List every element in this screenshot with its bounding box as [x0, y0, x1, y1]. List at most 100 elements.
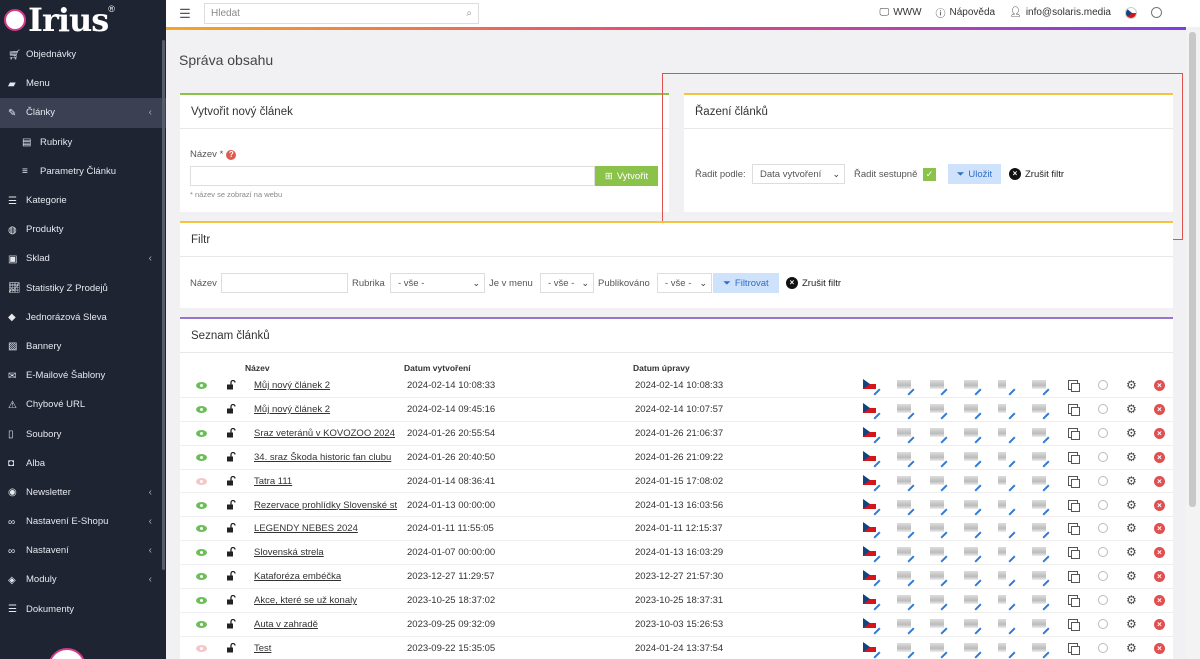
sidebar-item[interactable]: ▯ Soubory — [0, 419, 166, 448]
article-name-link[interactable]: 34. sraz Škoda historic fan clubu — [254, 452, 401, 463]
visibility-eye-icon[interactable] — [196, 429, 207, 437]
lock-icon[interactable] — [226, 642, 236, 653]
gear-icon[interactable]: ⚙ — [1126, 451, 1137, 463]
lock-icon[interactable] — [226, 427, 236, 438]
copy-icon[interactable] — [1068, 571, 1080, 584]
article-name-link[interactable]: Kataforéza embéčka — [254, 571, 401, 582]
edit-cz-flag-icon[interactable] — [863, 546, 881, 563]
article-name-link[interactable]: Tatra 111 — [254, 476, 401, 487]
gear-icon[interactable]: ⚙ — [1126, 379, 1137, 391]
edit-cz-flag-icon[interactable] — [863, 594, 881, 611]
clock-icon[interactable] — [1098, 380, 1108, 390]
edit-gallery-icon[interactable] — [930, 546, 948, 563]
copy-icon[interactable] — [1068, 427, 1080, 440]
lock-icon[interactable] — [226, 380, 236, 390]
clock-icon[interactable] — [1098, 499, 1108, 510]
column-updated[interactable]: Datum úpravy — [633, 363, 690, 373]
lock-icon[interactable] — [226, 523, 236, 533]
edit-params-icon[interactable] — [998, 618, 1016, 635]
clock-icon[interactable] — [1098, 451, 1108, 462]
copy-icon[interactable] — [1068, 403, 1080, 416]
edit-cz-flag-icon[interactable] — [863, 450, 881, 468]
edit-related-icon[interactable] — [1032, 475, 1050, 492]
cancel-filter-button[interactable]: × Zrušit filtr — [786, 277, 841, 289]
edit-files-icon[interactable] — [964, 475, 982, 492]
edit-params-icon[interactable] — [998, 499, 1016, 516]
lock-icon[interactable] — [226, 403, 236, 414]
edit-files-icon[interactable] — [964, 642, 982, 659]
copy-icon[interactable] — [1068, 523, 1080, 536]
visibility-eye-icon[interactable] — [196, 597, 207, 605]
gear-icon[interactable]: ⚙ — [1126, 642, 1137, 654]
delete-icon[interactable]: × — [1154, 380, 1165, 391]
sidebar-item[interactable]: 🛒︎ Objednávky — [0, 40, 166, 69]
edit-files-icon[interactable] — [964, 427, 982, 444]
lock-icon[interactable] — [226, 595, 236, 605]
visibility-eye-icon[interactable] — [196, 501, 207, 509]
visibility-eye-icon[interactable] — [196, 405, 207, 413]
chevron-left-icon[interactable]: ‹ — [149, 107, 152, 118]
gear-icon[interactable]: ⚙ — [1126, 570, 1137, 582]
article-name-link[interactable]: Můj nový článek 2 — [254, 380, 401, 391]
sidebar-item[interactable]: ◈ Moduly ‹ — [0, 565, 166, 594]
copy-icon[interactable] — [1068, 475, 1080, 488]
edit-params-icon[interactable] — [998, 594, 1016, 611]
edit-params-icon[interactable] — [998, 427, 1016, 444]
edit-cz-flag-icon[interactable] — [863, 474, 881, 492]
gear-icon[interactable]: ⚙ — [1126, 499, 1137, 511]
sidebar-item[interactable]: ☰ Kategorie — [0, 186, 166, 215]
article-name-input[interactable] — [190, 166, 595, 186]
www-link[interactable]: 🖵 WWW — [880, 7, 922, 18]
gear-icon[interactable]: ⚙ — [1126, 403, 1137, 415]
edit-cz-flag-icon[interactable] — [863, 522, 881, 539]
article-name-link[interactable]: Sraz veteránů v KOVOZOO 2024 — [254, 428, 401, 439]
sidebar-item[interactable]: ⚠ Chybové URL — [0, 390, 166, 419]
delete-icon[interactable]: × — [1154, 619, 1165, 630]
edit-cz-flag-icon[interactable] — [863, 618, 881, 635]
clock-icon[interactable] — [1098, 475, 1108, 486]
edit-sk-flag-icon[interactable] — [897, 594, 915, 611]
visibility-eye-icon[interactable] — [196, 573, 207, 581]
clock-icon[interactable] — [1098, 547, 1108, 558]
edit-cz-flag-icon[interactable] — [863, 498, 881, 516]
edit-related-icon[interactable] — [1032, 427, 1050, 444]
edit-cz-flag-icon[interactable] — [863, 570, 881, 587]
edit-files-icon[interactable] — [964, 403, 982, 420]
edit-gallery-icon[interactable] — [930, 475, 948, 492]
edit-gallery-icon[interactable] — [930, 451, 948, 468]
edit-gallery-icon[interactable] — [930, 499, 948, 516]
edit-sk-flag-icon[interactable] — [897, 451, 915, 468]
search-icon[interactable]: ⌕ — [466, 8, 472, 19]
edit-gallery-icon[interactable] — [930, 618, 948, 635]
edit-related-icon[interactable] — [1032, 403, 1050, 420]
delete-icon[interactable]: × — [1154, 427, 1165, 439]
copy-icon[interactable] — [1068, 547, 1080, 560]
edit-gallery-icon[interactable] — [930, 403, 948, 420]
sidebar-item[interactable]: ▣ Sklad ‹ — [0, 244, 166, 273]
lock-icon[interactable] — [226, 499, 236, 510]
hamburger-icon[interactable]: ☰ — [166, 6, 204, 22]
article-name-link[interactable]: Můj nový článek 2 — [254, 404, 401, 415]
visibility-eye-icon[interactable] — [196, 644, 207, 652]
power-icon[interactable] — [1151, 7, 1162, 18]
edit-gallery-icon[interactable] — [930, 570, 948, 587]
edit-files-icon[interactable] — [964, 570, 982, 587]
copy-icon[interactable] — [1068, 499, 1080, 512]
sidebar-item[interactable]: ◍ Produkty — [0, 215, 166, 244]
chevron-left-icon[interactable]: ‹ — [149, 574, 152, 585]
edit-cz-flag-icon[interactable] — [863, 426, 881, 444]
edit-related-icon[interactable] — [1032, 379, 1050, 396]
copy-icon[interactable] — [1068, 642, 1080, 655]
edit-params-icon[interactable] — [998, 475, 1016, 492]
edit-files-icon[interactable] — [964, 618, 982, 635]
clock-icon[interactable] — [1098, 642, 1108, 653]
filter-category-select[interactable]: - vše - ⌄ — [390, 273, 485, 293]
edit-related-icon[interactable] — [1032, 522, 1050, 539]
edit-related-icon[interactable] — [1032, 499, 1050, 516]
edit-files-icon[interactable] — [964, 522, 982, 539]
edit-related-icon[interactable] — [1032, 570, 1050, 587]
edit-gallery-icon[interactable] — [930, 427, 948, 444]
edit-related-icon[interactable] — [1032, 594, 1050, 611]
lock-icon[interactable] — [226, 475, 236, 486]
column-name[interactable]: Název — [245, 363, 270, 373]
